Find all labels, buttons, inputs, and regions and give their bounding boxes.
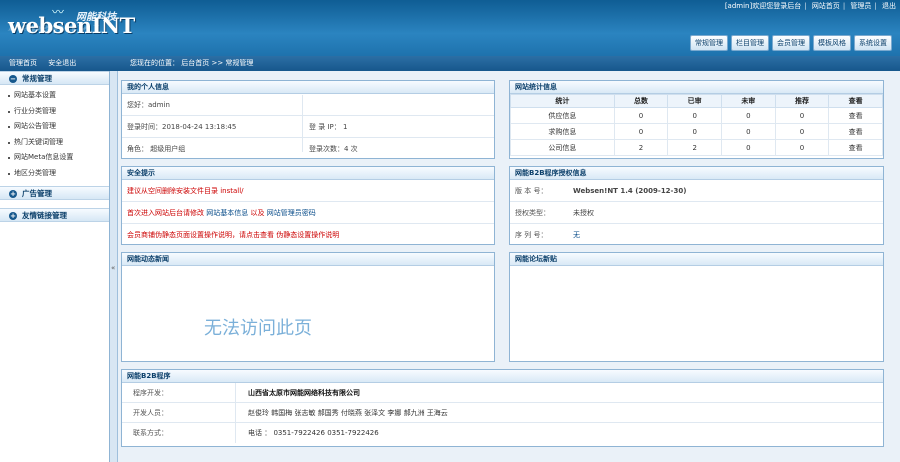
sidebar-menu-general: 网站基本设置 行业分类管理 网站公告管理 热门关键词管理 网站Meta信息设置 … (0, 85, 109, 184)
table-row: 供应信息 0 0 0 0 查看 (510, 107, 883, 124)
admin-link[interactable]: 管理员 (850, 1, 871, 11)
nav-members[interactable]: 会员管理 (772, 35, 810, 51)
nav-system[interactable]: 系统设置 (854, 35, 892, 51)
license-panel: 网能B2B程序授权信息 版 本 号： Websen!NT 1.4 (2009-12… (509, 166, 884, 245)
sub-bar: 管理首页 安全退出 您现在的位置： 后台首页 >> 常规管理 (0, 56, 900, 71)
sidebar-item-region[interactable]: 地区分类管理 (0, 166, 109, 182)
static-guide-link[interactable]: 伪静态设置操作说明 (276, 231, 339, 239)
admin-home-link[interactable]: 管理首页 (9, 56, 37, 71)
serial-row: 序 列 号：无 (515, 231, 580, 239)
news-panel: 网能动态新闻 无法访问此页 (121, 252, 495, 362)
plus-circle-icon: + (9, 190, 17, 198)
plus-circle-icon: + (9, 212, 17, 220)
program-panel: 网能B2B程序 程序开发： 山西省太原市网能网络科技有限公司 开发人员： 赵俊玲 韩… (121, 369, 884, 447)
sidebar: − 常规管理 网站基本设置 行业分类管理 网站公告管理 热门关键词管理 网站Me… (0, 71, 110, 462)
view-link[interactable]: 查看 (828, 139, 883, 156)
col-view: 查看 (828, 94, 883, 108)
developer-row: 程序开发： 山西省太原市网能网络科技有限公司 (122, 383, 883, 403)
license-type-row: 授权类型： 未授权 (510, 202, 883, 224)
contact-row: 联系方式： 电话 ： 0351-7922426 0351-7922426 (122, 423, 883, 443)
nav-columns[interactable]: 栏目管理 (731, 35, 769, 51)
security-tip-install: 建议从空间删除安装文件目录 install/ (122, 180, 494, 202)
col-approved: 已审 (667, 94, 722, 108)
version-row: 版 本 号： Websen!NT 1.4 (2009-12-30) (510, 180, 883, 202)
site-home-link[interactable]: 网站首页 (812, 1, 840, 11)
panel-title: 网能论坛新贴 (510, 253, 883, 266)
safe-exit-link[interactable]: 安全退出 (48, 56, 76, 71)
forum-panel: 网能论坛新贴 (509, 252, 884, 362)
sidebar-item-site-settings[interactable]: 网站基本设置 (0, 88, 109, 104)
col-recommended: 推荐 (774, 94, 830, 108)
site-info-link[interactable]: 网站基本信息 (206, 209, 248, 217)
sidebar-splitter[interactable]: « (110, 71, 118, 462)
my-info-panel: 我的个人信息 您好：admin 登录时间：2018-04-24 13:18:45… (121, 80, 495, 159)
welcome-user-link[interactable]: [admin]欢迎您登录后台 (725, 1, 801, 11)
nav-general[interactable]: 常规管理 (690, 35, 728, 51)
collapse-arrow-icon[interactable]: « (111, 264, 115, 272)
page-unreachable-message: 无法访问此页 (204, 318, 312, 339)
breadcrumb: 您现在的位置： 后台首页 >> 常规管理 (130, 59, 254, 67)
top-nav: 常规管理 栏目管理 会员管理 模板风格 系统设置 (687, 35, 892, 52)
panel-title: 安全提示 (122, 167, 494, 180)
logo-reflection: websenINT (8, 23, 102, 34)
panel-title: 网能B2B程序授权信息 (510, 167, 883, 180)
logout-link[interactable]: 退出 (882, 1, 896, 11)
security-tip-static: 会员商铺伪静态页面设置操作说明，请点击查看 伪静态设置操作说明 (127, 231, 340, 239)
sidebar-section-ads[interactable]: + 广告管理 (0, 186, 109, 200)
sidebar-section-general[interactable]: − 常规管理 (0, 71, 109, 85)
col-total: 总数 (613, 94, 669, 108)
stats-panel: 网站统计信息 统计 总数 已审 未审 推荐 查看 供应信息 0 0 0 0 查看 求购信息… (509, 80, 884, 159)
sidebar-item-industry[interactable]: 行业分类管理 (0, 104, 109, 120)
app-header: 〰 网能科技 websenINT websenINT [admin]欢迎您登录后… (0, 0, 900, 56)
developers-row: 开发人员： 赵俊玲 韩国梅 张志敏 郝国秀 付晓燕 张泽文 李娜 郝九洲 王海云 (122, 403, 883, 423)
view-link[interactable]: 查看 (828, 107, 883, 124)
panel-title: 网站统计信息 (510, 81, 883, 94)
sidebar-item-meta[interactable]: 网站Meta信息设置 (0, 150, 109, 166)
sidebar-section-links[interactable]: + 友情链接管理 (0, 208, 109, 222)
logo: 〰 网能科技 websenINT websenINT (8, 3, 135, 45)
minus-circle-icon: − (9, 75, 17, 83)
login-time-row: 登录时间：2018-04-24 13:18:45 登 录 IP： 1 (122, 116, 494, 138)
nav-templates[interactable]: 模板风格 (813, 35, 851, 51)
panel-title: 网能B2B程序 (122, 370, 883, 383)
security-panel: 安全提示 建议从空间删除安装文件目录 install/ 首次进入网站后台请修改 … (121, 166, 495, 245)
sidebar-item-notice[interactable]: 网站公告管理 (0, 119, 109, 135)
admin-password-link[interactable]: 网站管理员密码 (267, 209, 316, 217)
col-pending: 未审 (721, 94, 776, 108)
greeting: 您好：admin (122, 94, 494, 116)
security-tip-first-login: 首次进入网站后台请修改 网站基本信息 以及 网站管理员密码 (122, 202, 494, 224)
panel-title: 我的个人信息 (122, 81, 494, 94)
table-row: 公司信息 2 2 0 0 查看 (510, 139, 883, 156)
panel-title: 网能动态新闻 (122, 253, 494, 266)
sidebar-item-keywords[interactable]: 热门关键词管理 (0, 135, 109, 151)
col-stat: 统计 (510, 94, 615, 108)
sub-links: 管理首页 安全退出 (0, 56, 112, 71)
top-links: [admin]欢迎您登录后台 | 网站首页 | 管理员 | 退出 (724, 1, 896, 11)
view-link[interactable]: 查看 (828, 123, 883, 140)
role-row: 角色： 超级用户组 登录次数：4 次 (127, 145, 358, 153)
stats-table: 统计 总数 已审 未审 推荐 查看 供应信息 0 0 0 0 查看 求购信息 0 0 0 0 查看 … (510, 94, 883, 156)
table-row: 求购信息 0 0 0 0 查看 (510, 123, 883, 140)
